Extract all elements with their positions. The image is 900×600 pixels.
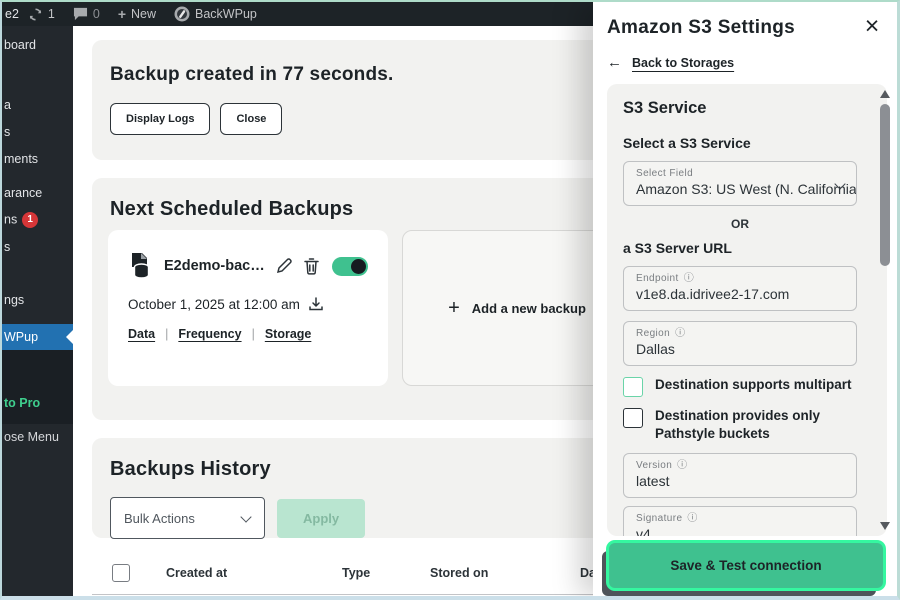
backwpup-adminbar-menu[interactable]: BackWPup: [165, 2, 266, 26]
panel-scrollbar[interactable]: [879, 88, 891, 532]
s3-settings-scroll-area: S3 Service Select a S3 Service Select Fi…: [607, 84, 887, 536]
notice-title: Backup created in 77 seconds.: [110, 64, 634, 86]
endpoint-field[interactable]: Endpointⓘ v1e8.da.idrivee2-17.com: [623, 266, 857, 311]
chevron-down-icon: [240, 511, 251, 522]
wp-admin-bar: e2 1 0 + New BackWPup: [2, 2, 593, 26]
sidebar-item-users[interactable]: s: [4, 240, 10, 254]
s3-service-heading: S3 Service: [623, 99, 857, 118]
column-created-at[interactable]: Created at: [166, 566, 227, 580]
signature-value: v4: [636, 526, 844, 536]
backup-job-card: E2demo-bac… October 1, 2025 at 12:00 am: [108, 230, 388, 386]
active-menu-arrow: [66, 330, 73, 344]
version-field[interactable]: Versionⓘ latest: [623, 453, 857, 498]
new-label: New: [131, 7, 156, 21]
next-scheduled-backups-section: Next Scheduled Backups E2demo-bac…: [92, 178, 652, 420]
history-section-title: Backups History: [110, 458, 634, 481]
backwpup-label: BackWPup: [195, 7, 257, 21]
info-icon[interactable]: ⓘ: [675, 329, 685, 339]
job-frequency-link[interactable]: Frequency: [178, 327, 241, 341]
sidebar-item-media[interactable]: a: [4, 98, 11, 112]
wp-sidebar-menu: board a s ments arance ns1 s ngs WPup to…: [2, 26, 73, 596]
scheduled-section-title: Next Scheduled Backups: [110, 198, 634, 221]
info-icon[interactable]: ⓘ: [687, 514, 697, 524]
sidebar-item-comments[interactable]: ments: [4, 152, 38, 166]
updates-icon: [28, 7, 43, 22]
select-all-checkbox[interactable]: [112, 564, 130, 582]
region-value: Dallas: [636, 341, 844, 357]
column-stored-on[interactable]: Stored on: [430, 566, 488, 580]
backwpup-submenu: [2, 350, 73, 424]
comment-bubble-icon: [73, 7, 88, 21]
pathstyle-checkbox-row[interactable]: Destination provides only Pathstyle buck…: [623, 407, 857, 443]
new-content-menu[interactable]: + New: [109, 2, 165, 26]
s3-service-selected-value: Amazon S3: US West (N. California: [636, 181, 844, 197]
link-separator: |: [252, 327, 255, 341]
backup-file-database-icon: [128, 252, 154, 280]
sidebar-item-appearance[interactable]: arance: [4, 186, 42, 200]
link-separator: |: [165, 327, 168, 341]
job-data-link[interactable]: Data: [128, 327, 155, 341]
plus-icon: +: [118, 6, 126, 22]
plugins-update-badge: 1: [22, 212, 38, 228]
endpoint-value: v1e8.da.idrivee2-17.com: [636, 286, 844, 302]
multipart-checkbox[interactable]: [623, 377, 643, 397]
region-field[interactable]: Regionⓘ Dallas: [623, 321, 857, 366]
job-next-run-datetime: October 1, 2025 at 12:00 am: [128, 297, 300, 312]
display-logs-button[interactable]: Display Logs: [110, 103, 210, 135]
sidebar-item-backwpup-active[interactable]: WPup: [2, 324, 73, 350]
pathstyle-checkbox[interactable]: [623, 408, 643, 428]
sidebar-item-plugins[interactable]: ns1: [4, 212, 38, 228]
comments-count: 0: [93, 7, 100, 21]
panel-title: Amazon S3 Settings: [607, 17, 795, 39]
s3-service-select[interactable]: Select Field Amazon S3: US West (N. Cali…: [623, 161, 857, 206]
or-separator: OR: [623, 217, 857, 231]
backup-job-name: E2demo-bac…: [164, 258, 265, 274]
toggle-knob: [351, 259, 366, 274]
delete-job-trash-icon[interactable]: [303, 257, 320, 275]
table-header-divider: [92, 594, 652, 595]
updates-menu[interactable]: 1: [19, 2, 64, 26]
apply-button[interactable]: Apply: [277, 499, 365, 538]
plus-icon: +: [448, 298, 460, 318]
scroll-down-arrow-icon[interactable]: [880, 522, 890, 530]
select-service-heading: Select a S3 Service: [623, 135, 857, 151]
job-storage-link[interactable]: Storage: [265, 327, 312, 341]
site-name-fragment[interactable]: e2: [2, 7, 19, 21]
history-table-header: Created at Type Stored on Da: [92, 562, 652, 592]
sidebar-item-settings[interactable]: ngs: [4, 293, 24, 307]
backups-history-section: Backups History Bulk Actions Apply: [92, 438, 652, 538]
arrow-left-icon: ←: [607, 55, 622, 70]
updates-count: 1: [48, 7, 55, 21]
edit-job-pencil-icon[interactable]: [275, 257, 293, 275]
multipart-checkbox-row[interactable]: Destination supports multipart: [623, 376, 857, 397]
backup-success-notice: Backup created in 77 seconds. Display Lo…: [92, 40, 652, 160]
signature-field[interactable]: Signatureⓘ v4: [623, 506, 857, 536]
close-notice-button[interactable]: Close: [220, 103, 282, 135]
save-test-connection-button[interactable]: Save & Test connection: [609, 543, 883, 588]
info-icon[interactable]: ⓘ: [677, 461, 687, 471]
info-icon[interactable]: ⓘ: [684, 274, 694, 284]
amazon-s3-settings-panel: Amazon S3 Settings × ← Back to Storages …: [593, 2, 897, 596]
scrollbar-thumb[interactable]: [880, 104, 890, 266]
server-url-heading: a S3 Server URL: [623, 240, 857, 256]
bulk-actions-select[interactable]: Bulk Actions: [110, 497, 265, 539]
close-panel-icon[interactable]: ×: [859, 14, 885, 40]
sidebar-item-upgrade-pro[interactable]: to Pro: [4, 396, 40, 410]
job-enabled-toggle[interactable]: [332, 257, 368, 276]
download-backup-icon[interactable]: [308, 296, 324, 312]
scroll-up-arrow-icon[interactable]: [880, 90, 890, 98]
back-to-storages-link[interactable]: ← Back to Storages: [607, 55, 734, 70]
column-type[interactable]: Type: [342, 566, 370, 580]
sidebar-item-dashboard[interactable]: board: [4, 38, 36, 52]
browser-viewport: e2 1 0 + New BackWPup board a s men: [0, 0, 900, 600]
backwpup-logo-icon: [174, 6, 190, 22]
comments-menu[interactable]: 0: [64, 2, 109, 26]
sidebar-item-pages[interactable]: s: [4, 125, 10, 139]
sidebar-collapse-menu[interactable]: ose Menu: [4, 430, 59, 444]
version-value: latest: [636, 473, 844, 489]
